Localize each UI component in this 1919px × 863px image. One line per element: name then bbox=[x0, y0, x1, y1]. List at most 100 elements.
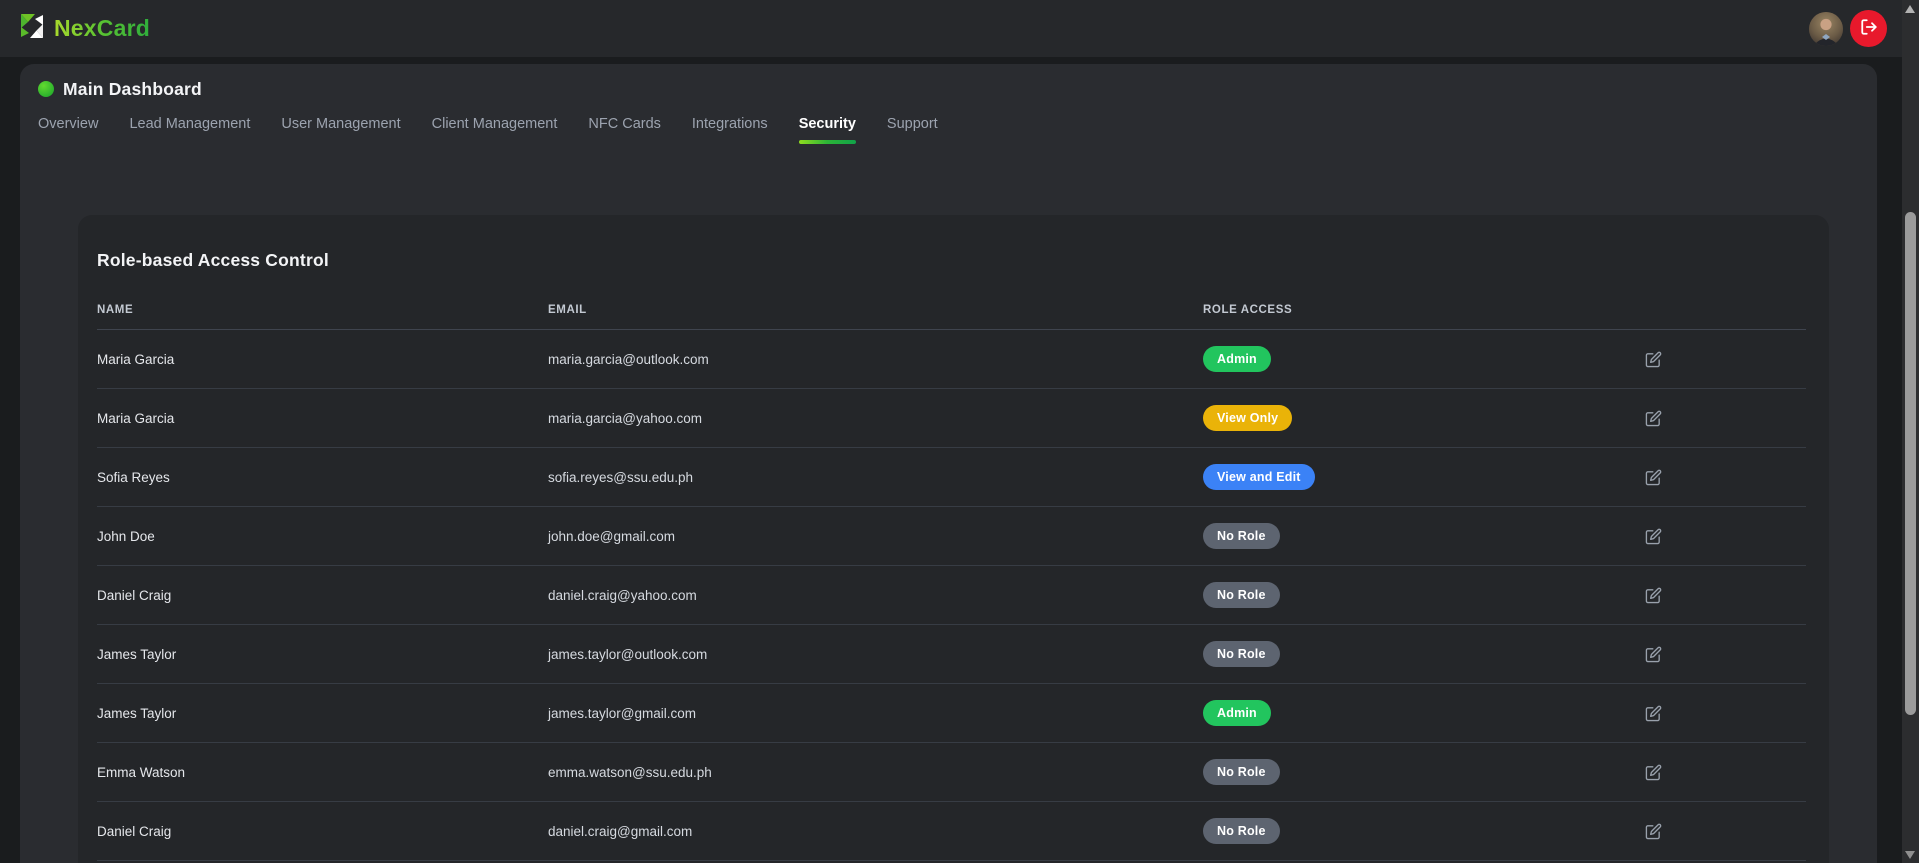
tab-label: Support bbox=[887, 116, 938, 132]
role-badge: View and Edit bbox=[1203, 464, 1315, 490]
edit-role-button[interactable] bbox=[1645, 526, 1665, 546]
tab-lead-management[interactable]: Lead Management bbox=[129, 116, 250, 144]
cell-actions bbox=[1645, 585, 1806, 605]
cell-actions bbox=[1645, 762, 1806, 782]
page-title-row: Main Dashboard bbox=[38, 79, 1859, 99]
tab-label: NFC Cards bbox=[588, 116, 661, 132]
tab-nfc-cards[interactable]: NFC Cards bbox=[588, 116, 661, 144]
status-dot bbox=[38, 81, 54, 97]
cell-actions bbox=[1645, 644, 1806, 664]
vertical-scrollbar[interactable] bbox=[1902, 0, 1919, 863]
cell-role: No Role bbox=[1203, 582, 1645, 608]
cell-actions bbox=[1645, 821, 1806, 841]
topbar-actions bbox=[1809, 10, 1887, 47]
cell-actions bbox=[1645, 526, 1806, 546]
tab-overview[interactable]: Overview bbox=[38, 116, 98, 144]
table-row: John Doejohn.doe@gmail.comNo Role bbox=[97, 507, 1806, 566]
cell-actions bbox=[1645, 349, 1806, 369]
edit-role-button[interactable] bbox=[1645, 644, 1665, 664]
table-row: Maria Garciamaria.garcia@outlook.comAdmi… bbox=[97, 330, 1806, 389]
table-row: James Taylorjames.taylor@gmail.comAdmin bbox=[97, 684, 1806, 743]
edit-icon bbox=[1645, 351, 1662, 368]
cell-role: View Only bbox=[1203, 405, 1645, 431]
tab-bar: Overview Lead Management User Management Cl… bbox=[38, 116, 1859, 144]
tab-support[interactable]: Support bbox=[887, 116, 938, 144]
role-badge: Admin bbox=[1203, 700, 1271, 726]
cell-role: No Role bbox=[1203, 523, 1645, 549]
edit-role-button[interactable] bbox=[1645, 703, 1665, 723]
table-row: Daniel Craigdaniel.craig@yahoo.comNo Rol… bbox=[97, 566, 1806, 625]
edit-icon bbox=[1645, 823, 1662, 840]
edit-icon bbox=[1645, 587, 1662, 604]
rbac-table-header: NAME EMAIL ROLE ACCESS bbox=[97, 290, 1806, 330]
rbac-table-body: Maria Garciamaria.garcia@outlook.comAdmi… bbox=[97, 330, 1806, 861]
cell-actions bbox=[1645, 703, 1806, 723]
role-badge: No Role bbox=[1203, 523, 1280, 549]
edit-role-button[interactable] bbox=[1645, 408, 1665, 428]
tab-user-management[interactable]: User Management bbox=[281, 116, 400, 144]
edit-role-button[interactable] bbox=[1645, 585, 1665, 605]
edit-icon bbox=[1645, 705, 1662, 722]
panel-header: Main Dashboard Overview Lead Management Us… bbox=[20, 64, 1877, 144]
table-row: Daniel Craigdaniel.craig@gmail.comNo Rol… bbox=[97, 802, 1806, 861]
main-panel: Main Dashboard Overview Lead Management Us… bbox=[20, 64, 1877, 863]
edit-icon bbox=[1645, 528, 1662, 545]
cell-name: Maria Garcia bbox=[97, 411, 548, 426]
table-row: James Taylorjames.taylor@outlook.comNo R… bbox=[97, 625, 1806, 684]
rbac-card: Role-based Access Control NAME EMAIL ROL… bbox=[78, 215, 1829, 863]
page-title: Main Dashboard bbox=[63, 79, 202, 100]
cell-email: daniel.craig@yahoo.com bbox=[548, 588, 1203, 603]
column-header-name: NAME bbox=[97, 304, 548, 316]
cell-email: maria.garcia@outlook.com bbox=[548, 352, 1203, 367]
cell-role: Admin bbox=[1203, 346, 1645, 372]
logout-icon bbox=[1860, 18, 1878, 39]
top-bar: NexCard bbox=[0, 0, 1902, 57]
tab-client-management[interactable]: Client Management bbox=[432, 116, 558, 144]
scrollbar-thumb[interactable] bbox=[1905, 212, 1916, 715]
cell-email: emma.watson@ssu.edu.ph bbox=[548, 765, 1203, 780]
role-badge: No Role bbox=[1203, 582, 1280, 608]
edit-role-button[interactable] bbox=[1645, 821, 1665, 841]
scroll-up-arrow-icon[interactable] bbox=[1905, 5, 1915, 13]
tab-label: Client Management bbox=[432, 116, 558, 132]
active-tab-underline bbox=[799, 140, 856, 145]
cell-actions bbox=[1645, 467, 1806, 487]
user-avatar[interactable] bbox=[1809, 12, 1843, 46]
role-badge: No Role bbox=[1203, 818, 1280, 844]
edit-role-button[interactable] bbox=[1645, 467, 1665, 487]
cell-role: View and Edit bbox=[1203, 464, 1645, 490]
edit-role-button[interactable] bbox=[1645, 349, 1665, 369]
tab-integrations[interactable]: Integrations bbox=[692, 116, 768, 144]
scroll-down-arrow-icon[interactable] bbox=[1905, 851, 1915, 859]
tab-security[interactable]: Security bbox=[799, 116, 856, 144]
cell-role: Admin bbox=[1203, 700, 1645, 726]
edit-icon bbox=[1645, 646, 1662, 663]
tab-label: Security bbox=[799, 116, 856, 132]
tab-label: Integrations bbox=[692, 116, 768, 132]
edit-icon bbox=[1645, 410, 1662, 427]
cell-role: No Role bbox=[1203, 818, 1645, 844]
role-badge: Admin bbox=[1203, 346, 1271, 372]
tab-label: Lead Management bbox=[129, 116, 250, 132]
cell-name: James Taylor bbox=[97, 706, 548, 721]
cell-name: Emma Watson bbox=[97, 765, 548, 780]
cell-name: John Doe bbox=[97, 529, 548, 544]
cell-name: Maria Garcia bbox=[97, 352, 548, 367]
tab-label: Overview bbox=[38, 116, 98, 132]
edit-role-button[interactable] bbox=[1645, 762, 1665, 782]
rbac-card-title: Role-based Access Control bbox=[97, 249, 1806, 271]
cell-email: daniel.craig@gmail.com bbox=[548, 824, 1203, 839]
cell-email: james.taylor@outlook.com bbox=[548, 647, 1203, 662]
column-header-email: EMAIL bbox=[548, 304, 1203, 316]
cell-email: maria.garcia@yahoo.com bbox=[548, 411, 1203, 426]
cell-email: sofia.reyes@ssu.edu.ph bbox=[548, 470, 1203, 485]
role-badge: No Role bbox=[1203, 759, 1280, 785]
logout-button[interactable] bbox=[1850, 10, 1887, 47]
cell-name: James Taylor bbox=[97, 647, 548, 662]
edit-icon bbox=[1645, 469, 1662, 486]
role-badge: No Role bbox=[1203, 641, 1280, 667]
cell-name: Daniel Craig bbox=[97, 824, 548, 839]
table-row: Sofia Reyessofia.reyes@ssu.edu.phView an… bbox=[97, 448, 1806, 507]
brand[interactable]: NexCard bbox=[17, 11, 150, 46]
cell-email: james.taylor@gmail.com bbox=[548, 706, 1203, 721]
